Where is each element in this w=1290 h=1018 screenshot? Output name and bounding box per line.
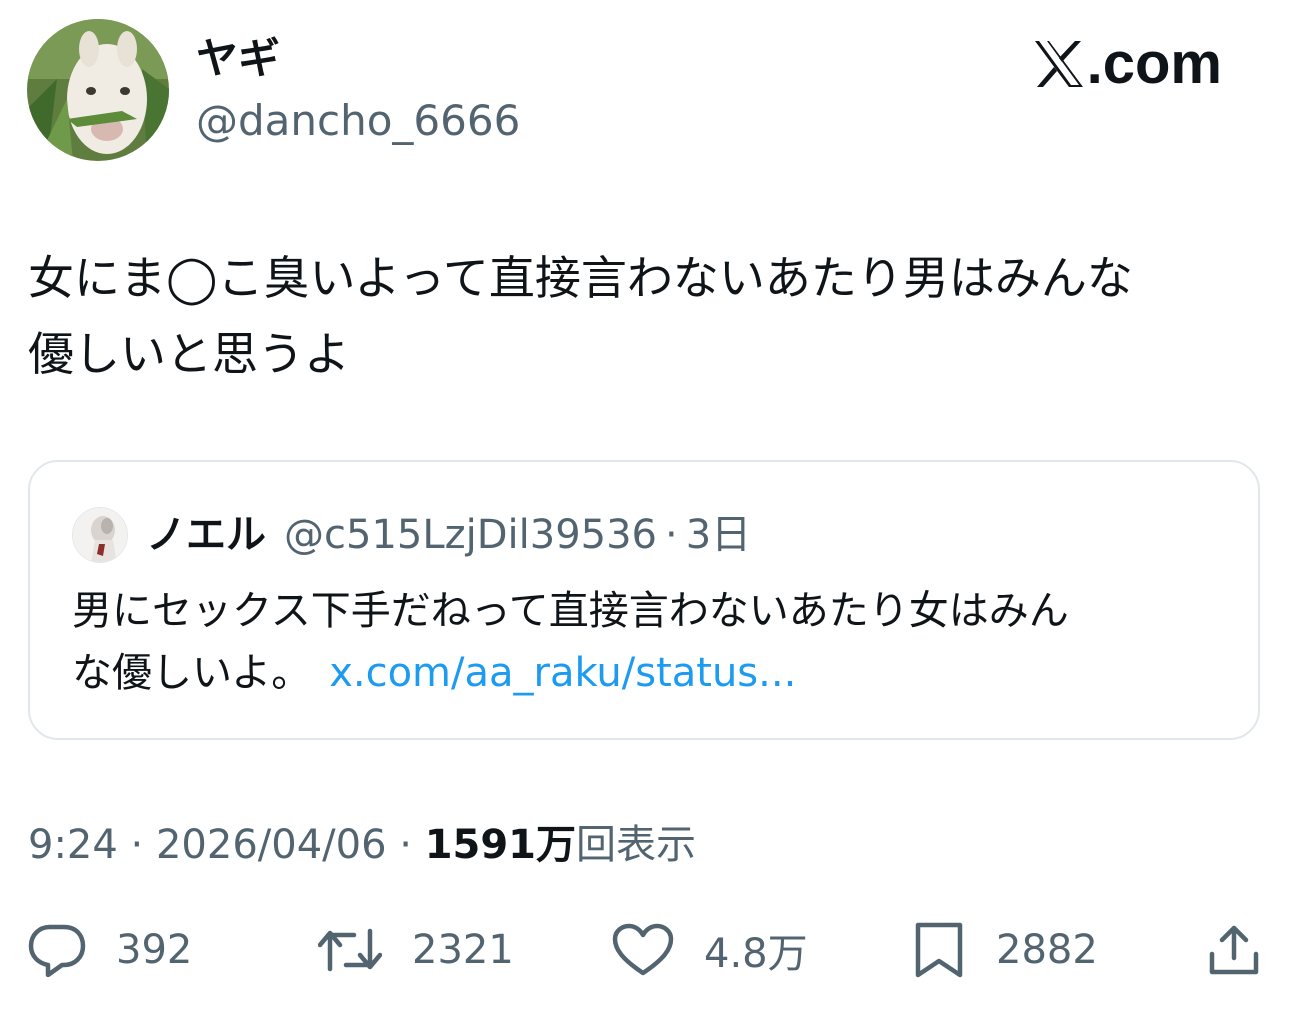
- quote-author-avatar: [72, 507, 128, 563]
- tweet-text-line: 優しいと思うよ: [28, 327, 350, 381]
- bookmark-count: 2882: [996, 927, 1098, 973]
- bookmark-icon: [915, 922, 963, 978]
- author-avatar[interactable]: [27, 19, 169, 161]
- quote-timestamp[interactable]: 3日: [686, 508, 751, 562]
- heart-icon: [612, 923, 674, 976]
- meta-separator: ·: [117, 822, 156, 868]
- brand-label: .com: [1086, 31, 1222, 96]
- bookmark-button[interactable]: 2882: [912, 910, 1098, 990]
- tweet-action-bar: 392 2321 4.8万 2882: [0, 910, 1290, 990]
- quote-link[interactable]: x.com/aa_raku/status...: [329, 650, 796, 696]
- retweet-button[interactable]: 2321: [318, 910, 514, 990]
- quote-text-line: な優しいよ。 x.com/aa_raku/status...: [72, 642, 1222, 704]
- author-handle[interactable]: @dancho_6666: [196, 96, 520, 146]
- views-label: 回表示: [576, 822, 697, 868]
- retweet-icon: [318, 928, 382, 972]
- tweet-time[interactable]: 9:24: [28, 822, 118, 868]
- like-count: 4.8万: [704, 931, 808, 977]
- tweet-meta: 9:24 · 2026/04/06 · 1591万回表示: [28, 818, 696, 872]
- quote-avatar-image: [73, 508, 127, 562]
- tweet-text-line: 女にま◯こ臭いよって直接言わないあたり男はみんな: [28, 251, 1133, 305]
- tweet-date[interactable]: 2026/04/06: [156, 822, 387, 868]
- quote-handle[interactable]: @c515LzjDil39536: [284, 508, 657, 562]
- quote-header: ノエル @c515LzjDil39536 · 3日: [146, 508, 751, 562]
- quote-display-name[interactable]: ノエル: [146, 508, 266, 562]
- quote-text-line-end: な優しいよ。: [72, 650, 312, 696]
- like-button[interactable]: 4.8万: [612, 910, 808, 990]
- retweet-count: 2321: [412, 927, 514, 973]
- reply-icon: [28, 924, 86, 977]
- tweet-text: 女にま◯こ臭いよって直接言わないあたり男はみんな 優しいと思うよ: [28, 240, 1268, 392]
- share-icon: [1209, 925, 1259, 975]
- reply-count: 392: [116, 927, 193, 973]
- meta-separator: ·: [386, 822, 425, 868]
- quoted-tweet-card[interactable]: ノエル @c515LzjDil39536 · 3日 男にセックス下手だねって直接…: [28, 460, 1260, 740]
- quote-text-line: 男にセックス下手だねって直接言わないあたり女はみん: [72, 588, 1069, 634]
- share-button[interactable]: [1206, 910, 1262, 990]
- goat-avatar-image: [27, 19, 169, 161]
- author-display-name[interactable]: ヤギ: [196, 34, 280, 84]
- quote-text: 男にセックス下手だねって直接言わないあたり女はみん な優しいよ。 x.com/aa…: [72, 580, 1222, 704]
- views-count: 1591万: [424, 822, 577, 868]
- reply-button[interactable]: 392: [28, 910, 192, 990]
- x-logo-icon: [1034, 41, 1083, 87]
- x-brand-logo: .com: [1033, 34, 1222, 94]
- quote-separator: ·: [665, 512, 678, 558]
